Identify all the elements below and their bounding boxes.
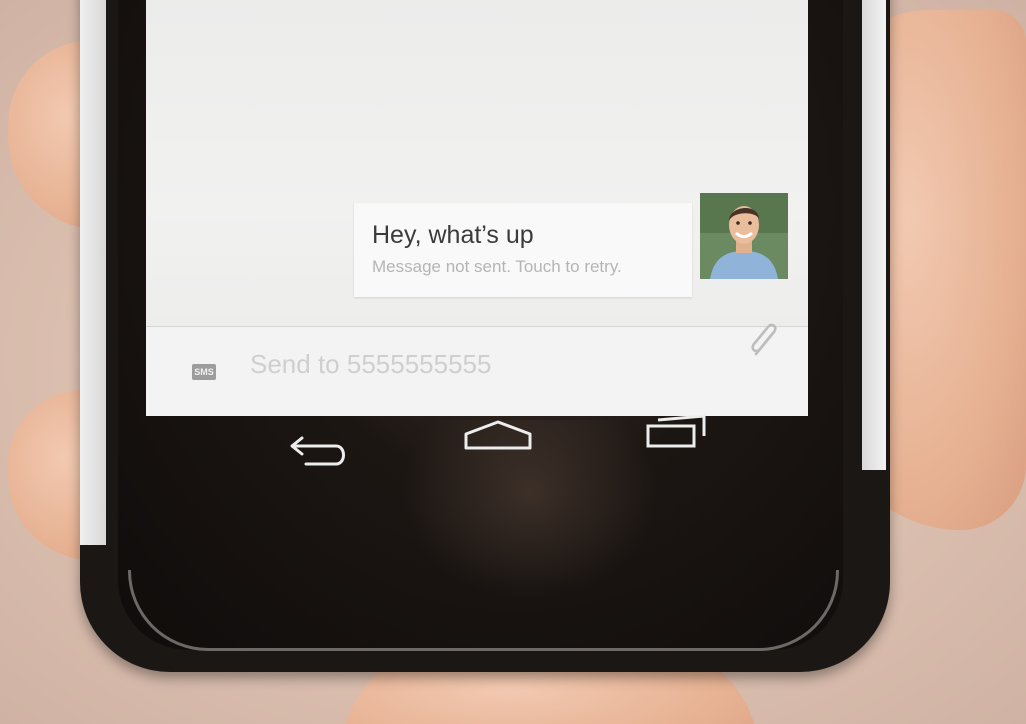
home-icon[interactable] — [462, 414, 534, 462]
contact-photo — [700, 193, 788, 279]
compose-input[interactable] — [250, 342, 730, 386]
phone-bumper-right — [862, 0, 886, 470]
back-icon[interactable] — [280, 430, 352, 478]
phone-screen: Hey, what’s up Message not sent. Touch t… — [146, 0, 808, 416]
paperclip-icon[interactable] — [746, 318, 786, 362]
recent-apps-icon[interactable] — [642, 408, 714, 456]
contact-avatar[interactable] — [700, 193, 788, 279]
photo-scene: Hey, what’s up Message not sent. Touch t… — [0, 0, 1026, 724]
message-text: Hey, what’s up — [372, 221, 534, 249]
message-bubble[interactable]: Hey, what’s up Message not sent. Touch t… — [354, 203, 692, 297]
message-status[interactable]: Message not sent. Touch to retry. — [372, 257, 622, 277]
sms-badge: SMS — [192, 364, 216, 380]
phone-bumper-left — [80, 0, 106, 545]
